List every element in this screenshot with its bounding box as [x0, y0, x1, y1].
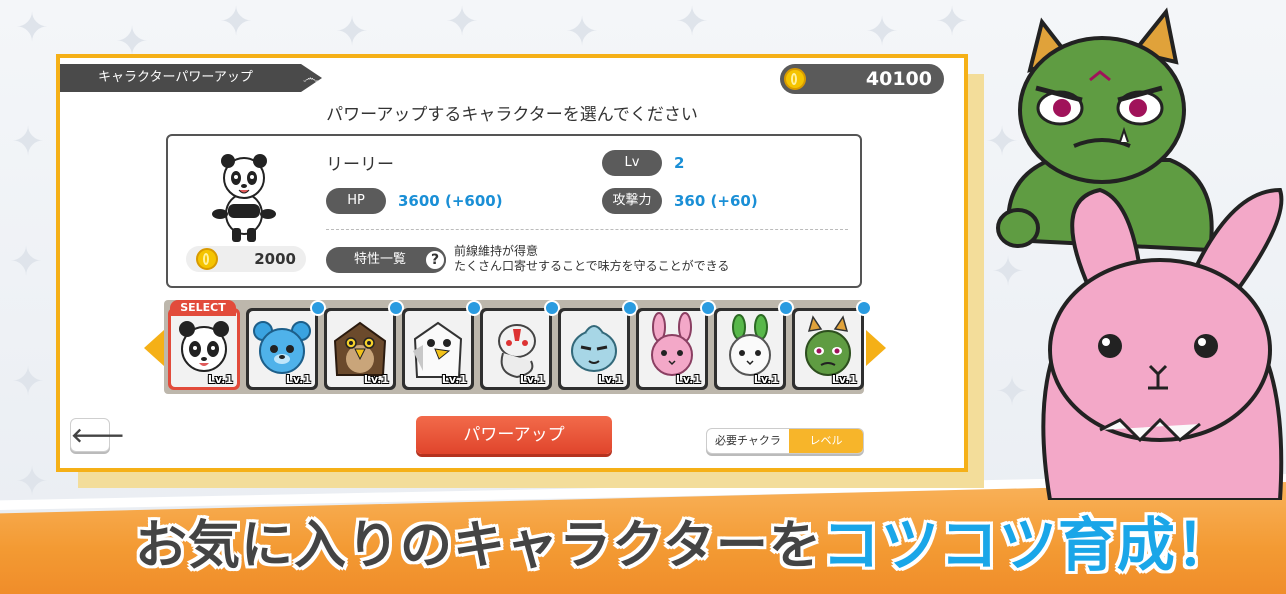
- coin-balance: 40100: [780, 64, 944, 94]
- promo-tagline: お気に入りのキャラクターを コツコツ育成！: [135, 500, 1235, 580]
- scroll-left-arrow[interactable]: [144, 330, 164, 366]
- slot-level: Lv.1: [831, 373, 857, 386]
- trait-line-2: たくさん口寄せすることで味方を守ることができる: [454, 259, 730, 273]
- mascot-characters: [996, 7, 1284, 500]
- coin-icon: [196, 248, 218, 270]
- roster-slot-blue-bear[interactable]: Lv.1: [246, 300, 326, 390]
- cost-amount: 2000: [254, 250, 296, 268]
- roster-slot-panda[interactable]: Lv.1: [168, 308, 240, 390]
- star-icon: ✦: [335, 9, 369, 55]
- help-icon[interactable]: ?: [424, 249, 446, 271]
- star-icon: ✦: [15, 459, 49, 505]
- notification-dot: [856, 300, 872, 316]
- slot-level: Lv.1: [753, 373, 779, 386]
- power-up-cost: 2000: [186, 246, 306, 272]
- hp-value: 3600 (+600): [398, 192, 503, 210]
- slot-level: Lv.1: [285, 373, 311, 386]
- tagline-part-1: お気に入りのキャラクターを: [135, 515, 822, 576]
- star-icon: ✦: [935, 0, 969, 45]
- star-icon: ✦: [11, 359, 45, 405]
- level-value: 2: [674, 154, 685, 172]
- trait-description: 前線維持が得意 たくさん口寄せすることで味方を守ることができる: [454, 244, 729, 274]
- back-button[interactable]: 🡐: [70, 418, 125, 452]
- trait-list-label: 特性一覧: [354, 252, 407, 267]
- attack-value: 360 (+60): [674, 192, 758, 210]
- panda-character-portrait: [212, 154, 276, 242]
- star-icon: ✦: [565, 9, 599, 55]
- power-up-button[interactable]: パワーアップ: [416, 416, 612, 454]
- star-icon: ✦: [219, 0, 253, 45]
- roster-slot-blue-creature[interactable]: Lv.1: [558, 300, 638, 390]
- tagline-part-2: コツコツ育成！: [821, 511, 1235, 579]
- panel-title: キャラクターパワーアップ: [98, 70, 253, 85]
- star-icon: ✦: [865, 9, 899, 55]
- coin-amount: 40100: [865, 68, 932, 90]
- slot-level: Lv.1: [675, 373, 701, 386]
- roster-slot-white-eagle[interactable]: Lv.1: [402, 300, 482, 390]
- roster-slot-leaf-rabbit[interactable]: Lv.1: [714, 300, 794, 390]
- slot-level: Lv.1: [363, 373, 389, 386]
- sort-by-chakra[interactable]: 必要チャクラ: [707, 429, 789, 453]
- scroll-right-arrow[interactable]: [866, 330, 886, 366]
- slot-level: Lv.1: [519, 373, 545, 386]
- character-name: リーリー: [326, 155, 394, 175]
- select-prompt: パワーアップするキャラクターを選んでください: [326, 105, 698, 125]
- slot-level: Lv.1: [441, 373, 467, 386]
- roster-slot-pink-rabbit[interactable]: Lv.1: [636, 300, 716, 390]
- hp-label: HP: [326, 188, 386, 214]
- trait-line-1: 前線維持が得意: [454, 244, 539, 258]
- panel-title-tab: キャラクターパワーアップ ෴: [60, 64, 322, 92]
- star-icon: ✦: [445, 0, 479, 45]
- coin-icon: [784, 68, 806, 90]
- divider: [326, 229, 848, 230]
- roster-slot-white-snake[interactable]: Lv.1: [480, 300, 560, 390]
- attack-label: 攻撃力: [602, 188, 662, 214]
- star-icon: ✦: [675, 0, 709, 45]
- star-icon: ✦: [9, 239, 43, 285]
- slot-level: Lv.1: [597, 373, 623, 386]
- star-icon: ✦: [11, 119, 45, 165]
- star-icon: ✦: [15, 5, 49, 51]
- level-label: Lv: [602, 150, 662, 176]
- roster-slot-hawk[interactable]: Lv.1: [324, 300, 404, 390]
- slot-level: Lv.1: [207, 373, 233, 386]
- sort-by-level[interactable]: レベル: [789, 429, 863, 453]
- roster-slot-green-oni[interactable]: Lv.1: [792, 300, 872, 390]
- sort-toggle: 必要チャクラ レベル: [706, 428, 864, 454]
- select-badge: SELECT: [170, 300, 236, 316]
